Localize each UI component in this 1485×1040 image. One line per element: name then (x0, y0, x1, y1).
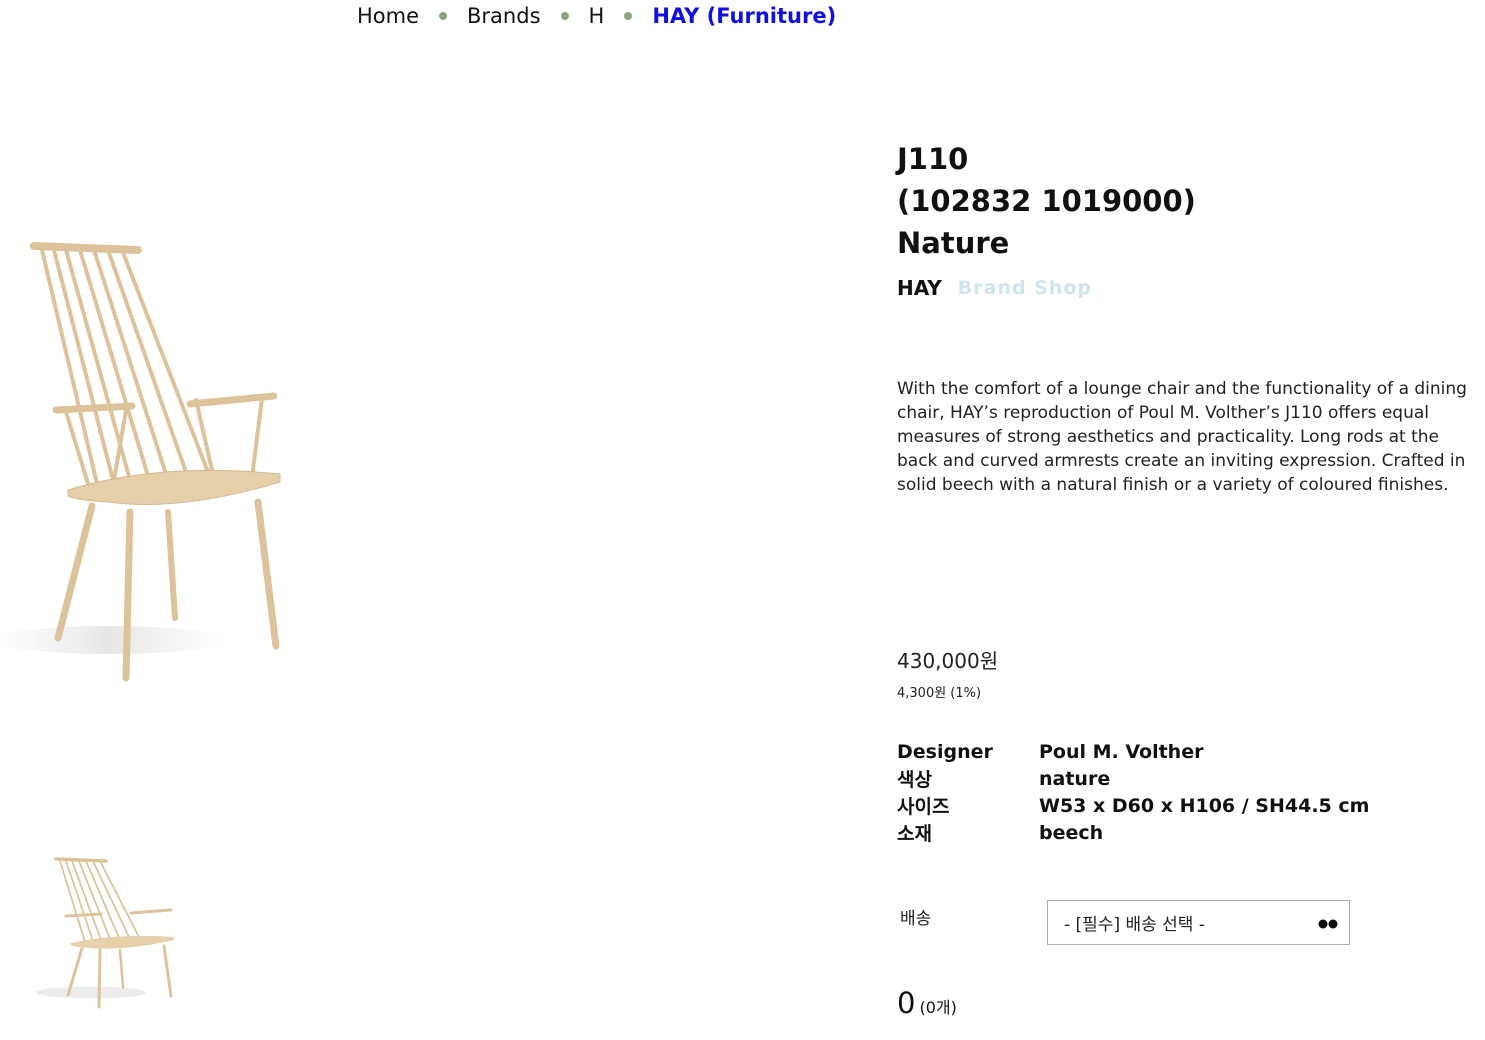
spec-row-color: 색상 nature (897, 765, 1477, 792)
breadcrumb: Home Brands H HAY (Furniture) (357, 4, 836, 28)
select-arrow-icon (1318, 919, 1338, 929)
spec-label: Designer (897, 740, 993, 763)
breadcrumb-h[interactable]: H (589, 4, 605, 28)
spec-row-designer: Designer Poul M. Volther (897, 738, 1477, 765)
breadcrumb-separator-dot (439, 12, 448, 20)
product-code: (102832 1019000) (897, 184, 1196, 218)
total-price: 0 (0개) (897, 986, 957, 1020)
spec-value: beech (1039, 821, 1104, 844)
product-mileage: 4,300원 (1%) (897, 686, 982, 701)
product-thumbnail[interactable] (36, 850, 186, 1015)
breadcrumb-separator-dot (624, 12, 633, 20)
spec-value: W53 x D60 x H106 / SH44.5 cm (1039, 794, 1370, 817)
breadcrumb-current[interactable]: HAY (Furniture) (652, 4, 836, 28)
shipping-select-value: - [필수] 배송 선택 - (1064, 915, 1205, 935)
spec-label: 소재 (897, 823, 932, 845)
spec-row-material: 소재 beech (897, 819, 1477, 846)
shipping-select[interactable]: - [필수] 배송 선택 - (1047, 900, 1350, 945)
product-color-name: Nature (897, 226, 1010, 260)
spec-value: Poul M. Volther (1039, 740, 1204, 763)
brand-row: HAY Brand Shop (897, 276, 1092, 300)
brand-name[interactable]: HAY (897, 276, 942, 300)
product-name: J110 (897, 142, 969, 176)
product-description: With the comfort of a lounge chair and t… (897, 379, 1467, 495)
total-count: (0개) (919, 998, 957, 1017)
total-amount: 0 (897, 986, 916, 1020)
breadcrumb-brands[interactable]: Brands (467, 4, 541, 28)
brand-shop-link[interactable]: Brand Shop (958, 277, 1092, 299)
product-main-image (0, 220, 300, 700)
product-specs: Designer Poul M. Volther 색상 nature 사이즈 W… (897, 738, 1477, 846)
spec-value: nature (1039, 767, 1111, 790)
spec-row-size: 사이즈 W53 x D60 x H106 / SH44.5 cm (897, 792, 1477, 819)
spec-label: 색상 (897, 769, 932, 791)
breadcrumb-separator-dot (560, 12, 569, 20)
shipping-label: 배송 (900, 909, 932, 929)
product-price: 430,000원 (897, 649, 999, 673)
breadcrumb-home[interactable]: Home (357, 4, 419, 28)
product-title: J110 (102832 1019000) Nature (897, 138, 1196, 264)
spec-label: 사이즈 (897, 796, 950, 818)
